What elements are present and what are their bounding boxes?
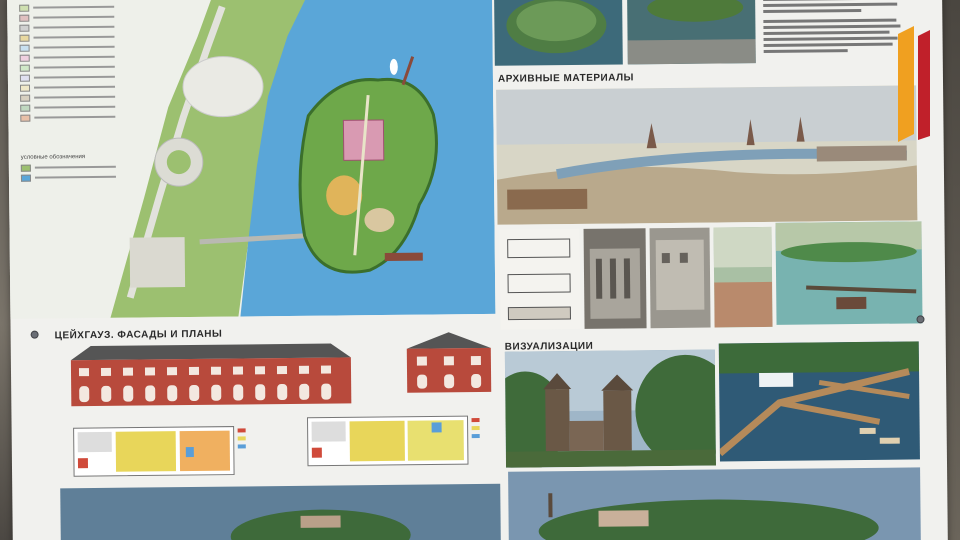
archive-postcard-2 [775, 221, 923, 325]
archive-engraving [496, 85, 918, 225]
photo-scene: условные обозначения АРХИВНЫЕ МАТЕРИАЛЫ … [0, 0, 960, 540]
visualization-towers [504, 349, 717, 468]
archive-photo-1 [583, 228, 647, 329]
archive-plan-drawing [499, 228, 581, 330]
island-photo-1 [494, 0, 623, 66]
arsenal-facade-short [399, 330, 500, 397]
master-plan: условные обозначения [7, 0, 496, 319]
channel-logo-icon [898, 26, 930, 142]
description-text [759, 0, 910, 61]
visualization-aerial-1 [60, 483, 501, 540]
archive-heading: АРХИВНЫЕ МАТЕРИАЛЫ [497, 72, 634, 85]
exhibition-board: условные обозначения АРХИВНЫЕ МАТЕРИАЛЫ … [7, 0, 948, 540]
arsenal-facade-long [61, 337, 362, 410]
legend-title: условные обозначения [20, 154, 86, 161]
visualization-pier [718, 341, 920, 462]
arsenal-floor-plan-1 [68, 420, 269, 482]
island-photo-2 [627, 0, 756, 65]
board-pin [30, 330, 39, 339]
archive-photo-2 [649, 227, 711, 329]
archive-postcard-1 [713, 226, 773, 328]
board-pin [916, 315, 925, 324]
visualization-aerial-2 [508, 467, 921, 540]
map-legend: условные обозначения [19, 2, 116, 183]
arsenal-floor-plan-2 [301, 410, 502, 472]
